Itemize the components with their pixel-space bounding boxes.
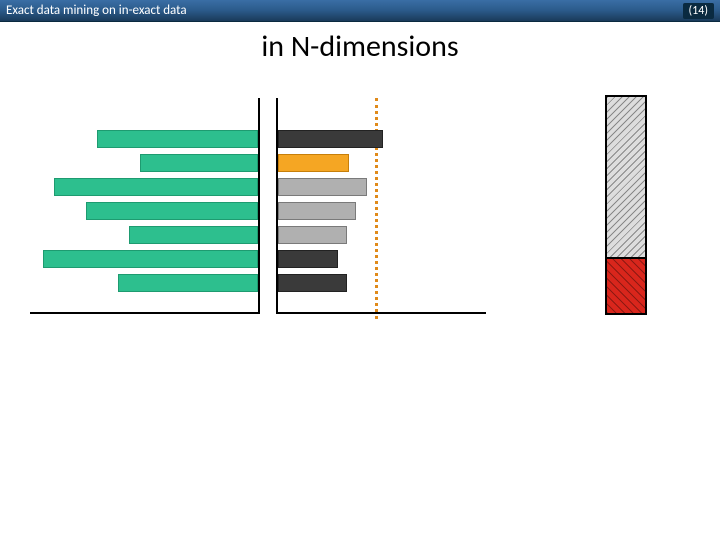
mid-mixed-chart: [276, 98, 486, 313]
left-bar: [118, 274, 258, 292]
title-bar-text: Exact data mining on in-exact data: [6, 3, 187, 18]
chart-stage: [0, 73, 720, 553]
stacked-seg-red: [607, 259, 645, 313]
left-bar: [140, 154, 258, 172]
title-bar: Exact data mining on in-exact data (14): [0, 0, 720, 22]
left-bar: [97, 130, 258, 148]
right-stacked-column: [605, 95, 647, 315]
mid-bar: [278, 274, 347, 292]
page-number-badge: (14): [683, 3, 714, 19]
left-bar: [54, 178, 258, 196]
left-chart-x-axis: [30, 312, 260, 314]
left-bar: [43, 250, 258, 268]
mid-bar: [278, 250, 338, 268]
left-chart-y-axis: [258, 98, 260, 313]
left-bar: [129, 226, 258, 244]
left-bar: [86, 202, 258, 220]
mid-bar: [278, 226, 347, 244]
mid-bar: [278, 178, 367, 196]
stacked-seg-gray: [607, 97, 645, 259]
mid-bar: [278, 202, 356, 220]
slide-title: in N-dimensions: [0, 28, 720, 65]
mid-bar: [278, 130, 383, 148]
mid-bar: [278, 154, 349, 172]
left-green-chart: [30, 98, 260, 313]
mid-chart-x-axis: [276, 312, 486, 314]
